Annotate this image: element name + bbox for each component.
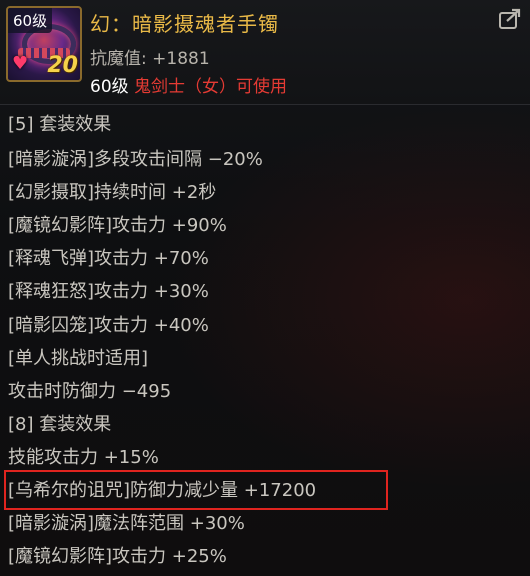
item-tooltip: 60级 ♥ 20 幻：暗影摄魂者手镯 抗魔值: +1881 60级 鬼剑士（女）… (0, 0, 530, 576)
tooltip-header: 60级 ♥ 20 幻：暗影摄魂者手镯 抗魔值: +1881 60级 鬼剑士（女）… (0, 0, 530, 105)
share-icon[interactable] (498, 8, 522, 30)
required-level: 60级 (90, 77, 135, 97)
bracelet-item-icon: 60级 ♥ 20 (6, 6, 82, 82)
item-title: 幻：暗影摄魂者手镯 (90, 12, 279, 36)
set-effect-line: [释魂飞弹]攻击力 +70% (8, 248, 209, 269)
magic-resist-stat: 抗魔值: +1881 (90, 49, 210, 69)
set-effect-line: [暗影囚笼]攻击力 +40% (8, 315, 209, 336)
enhance-level-badge: 20 (47, 53, 78, 78)
set-effect-line: [暗影漩涡]魔法阵范围 +30% (8, 513, 245, 534)
requirement-line: 60级 鬼剑士（女）可使用 (90, 72, 287, 97)
set-effect-line: [释魂狂怒]攻击力 +30% (8, 281, 209, 302)
highlight-box (4, 470, 388, 510)
set-effect-line: 攻击时防御力 −495 (8, 381, 172, 402)
set-effect-line: [魔镜幻影阵]攻击力 +25% (8, 546, 227, 567)
share-arrow-icon (499, 8, 521, 29)
set-effect-line: [暗影漩涡]多段攻击间隔 −20% (8, 149, 263, 170)
heart-icon: ♥ (12, 53, 29, 74)
set-effect-line: [幻影摄取]持续时间 +2秒 (8, 182, 217, 203)
set-effect-line: [8] 套装效果 (8, 414, 112, 435)
set-effect-line: 技能攻击力 +15% (8, 447, 159, 468)
item-level-badge: 60级 (8, 8, 53, 33)
required-class: 鬼剑士（女）可使用 (134, 77, 288, 97)
set-effect-line: [单人挑战时适用] (8, 348, 149, 369)
set-effect-line: [魔镜幻影阵]攻击力 +90% (8, 215, 227, 236)
set-effect-line: [5] 套装效果 (8, 114, 112, 135)
